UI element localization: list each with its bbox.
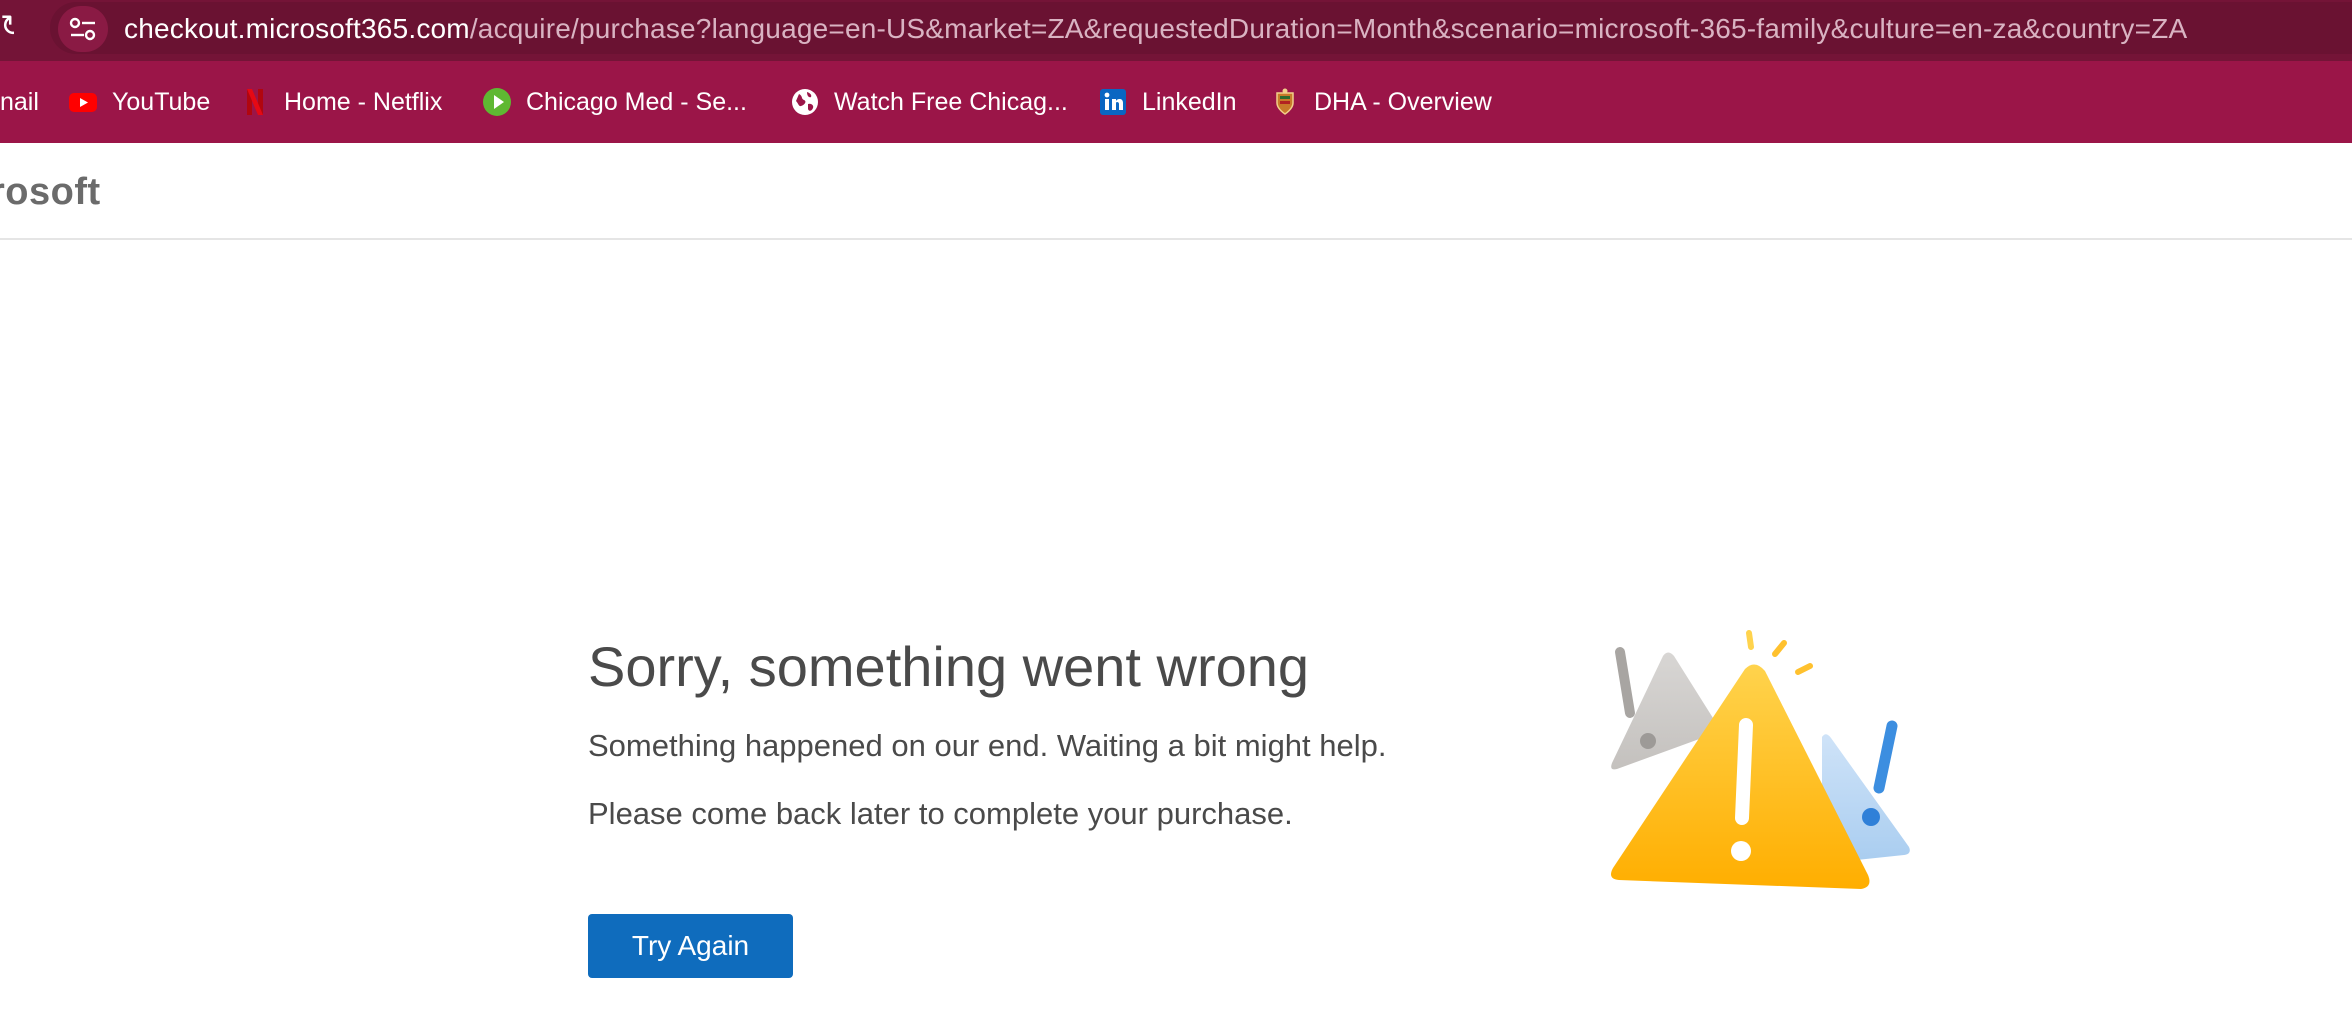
linkedin-icon: [1098, 87, 1128, 117]
bookmark-label: Watch Free Chicag...: [834, 87, 1068, 116]
play-icon: [482, 87, 512, 117]
bookmark-label: DHA - Overview: [1314, 87, 1492, 116]
bookmark-label: LinkedIn: [1142, 87, 1237, 116]
bookmark-label: Chicago Med - Se...: [526, 87, 747, 116]
warning-triangles-icon: [1600, 625, 1920, 915]
bookmark-youtube[interactable]: YouTube: [68, 80, 210, 124]
browser-toolbar: ↻ checkout.microsoft365.com/acquire/purc…: [0, 0, 2352, 143]
bookmark-label: Home - Netflix: [284, 87, 443, 116]
try-again-button[interactable]: Try Again: [588, 914, 793, 978]
error-panel: Sorry, something went wrong Something ha…: [588, 632, 1488, 978]
address-bar-row: ↻ checkout.microsoft365.com/acquire/purc…: [0, 0, 2352, 61]
globe-icon: [790, 87, 820, 117]
bookmarks-bar: nail YouTube Home - Netflix Chicago Med …: [0, 80, 2352, 124]
dha-crest-icon: [1270, 87, 1300, 117]
bookmark-netflix[interactable]: Home - Netflix: [240, 80, 442, 124]
microsoft-logo[interactable]: rosoft: [0, 171, 101, 214]
microsoft-header: rosoft: [0, 143, 2352, 240]
url-path: /acquire/purchase?language=en-US&market=…: [469, 13, 2188, 44]
site-settings-icon[interactable]: [58, 6, 108, 52]
bookmark-dha[interactable]: DHA - Overview: [1270, 80, 1492, 124]
bookmark-linkedin[interactable]: LinkedIn: [1098, 80, 1237, 124]
error-instruction: Please come back later to complete your …: [588, 796, 1293, 831]
bookmark-label: nail: [0, 87, 39, 116]
url-text[interactable]: checkout.microsoft365.com/acquire/purcha…: [124, 11, 2187, 47]
bookmark-watch-free[interactable]: Watch Free Chicag...: [790, 80, 1068, 124]
bookmark-gmail[interactable]: nail: [0, 80, 39, 124]
url-domain: checkout.microsoft365.com: [124, 13, 470, 44]
reload-icon[interactable]: ↻: [0, 12, 14, 42]
error-message: Something happened on our end. Waiting a…: [588, 728, 1387, 763]
netflix-icon: [240, 87, 270, 117]
bookmark-label: YouTube: [112, 87, 211, 116]
error-title: Sorry, something went wrong: [588, 635, 1310, 698]
bookmark-chicago-med[interactable]: Chicago Med - Se...: [482, 80, 747, 124]
youtube-icon: [68, 87, 98, 117]
